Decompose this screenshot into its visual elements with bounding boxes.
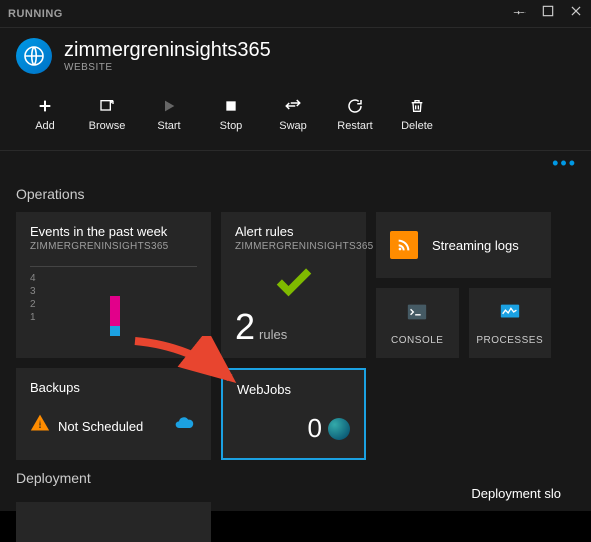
restart-label: Restart xyxy=(337,120,372,132)
plus-icon xyxy=(37,96,53,116)
blade-header: zimmergreninsights365 WEBSITE xyxy=(0,28,591,84)
streaming-label: Streaming logs xyxy=(432,238,519,253)
ylabel: 4 xyxy=(30,273,36,284)
close-icon[interactable] xyxy=(569,4,583,23)
alerts-title: Alert rules xyxy=(235,224,352,239)
webjobs-tile[interactable]: WebJobs 0 xyxy=(221,368,366,460)
streaming-logs-tile[interactable]: Streaming logs xyxy=(376,212,551,278)
browse-label: Browse xyxy=(89,120,126,132)
stop-label: Stop xyxy=(220,120,243,132)
operations-heading: Operations xyxy=(0,176,591,212)
titlebar: RUNNING xyxy=(0,0,591,28)
toolbar: Add Browse Start Stop Swap Restart Delet… xyxy=(0,84,591,151)
webjobs-count: 0 xyxy=(308,413,322,444)
processes-label: PROCESSES xyxy=(476,335,543,346)
warning-icon xyxy=(30,413,50,439)
backups-status: Not Scheduled xyxy=(58,419,143,434)
rss-icon xyxy=(390,231,418,259)
add-label: Add xyxy=(35,120,55,132)
swap-label: Swap xyxy=(279,120,307,132)
browse-button[interactable]: Browse xyxy=(78,92,136,136)
delete-label: Delete xyxy=(401,120,433,132)
play-icon xyxy=(161,96,177,116)
alerts-tile[interactable]: Alert rules ZIMMERGRENINSIGHTS365 2 rules xyxy=(221,212,366,358)
console-icon xyxy=(404,301,430,329)
backups-title: Backups xyxy=(30,380,197,395)
start-button[interactable]: Start xyxy=(140,92,198,136)
more-button[interactable]: ••• xyxy=(0,151,591,176)
events-title: Events in the past week xyxy=(30,224,197,239)
processes-tile[interactable]: PROCESSES xyxy=(469,288,552,358)
processes-icon xyxy=(497,301,523,329)
alerts-sub: ZIMMERGRENINSIGHTS365 xyxy=(235,241,352,252)
console-label: CONSOLE xyxy=(391,335,443,346)
website-icon xyxy=(16,38,52,74)
maximize-icon[interactable] xyxy=(541,4,555,23)
deployment-tile[interactable] xyxy=(16,502,211,542)
cloud-icon xyxy=(171,413,197,439)
events-tile[interactable]: Events in the past week ZIMMERGRENINSIGH… xyxy=(16,212,211,358)
ylabel: 1 xyxy=(30,312,36,323)
add-button[interactable]: Add xyxy=(16,92,74,136)
site-name: zimmergreninsights365 xyxy=(64,39,271,62)
globe-icon xyxy=(328,418,350,440)
chart-bar-b xyxy=(110,326,120,336)
console-tile[interactable]: CONSOLE xyxy=(376,288,459,358)
status-text: RUNNING xyxy=(8,8,513,20)
start-label: Start xyxy=(157,120,180,132)
restart-button[interactable]: Restart xyxy=(326,92,384,136)
site-type: WEBSITE xyxy=(64,62,271,73)
pin-icon[interactable] xyxy=(513,4,527,23)
events-chart: 4 3 2 1 xyxy=(30,266,197,336)
alerts-unit: rules xyxy=(259,327,287,342)
events-sub: ZIMMERGRENINSIGHTS365 xyxy=(30,241,197,252)
ylabel: 3 xyxy=(30,286,36,297)
trash-icon xyxy=(409,96,425,116)
deployment-slots-label: Deployment slo xyxy=(471,486,561,501)
stop-button[interactable]: Stop xyxy=(202,92,260,136)
browse-icon xyxy=(99,96,115,116)
backups-tile[interactable]: Backups Not Scheduled xyxy=(16,368,211,460)
delete-button[interactable]: Delete xyxy=(388,92,446,136)
stop-icon xyxy=(224,96,238,116)
ylabel: 2 xyxy=(30,299,36,310)
webjobs-title: WebJobs xyxy=(237,382,350,397)
alerts-count: 2 xyxy=(235,306,255,347)
swap-icon xyxy=(284,96,302,116)
swap-button[interactable]: Swap xyxy=(264,92,322,136)
restart-icon xyxy=(346,96,364,116)
